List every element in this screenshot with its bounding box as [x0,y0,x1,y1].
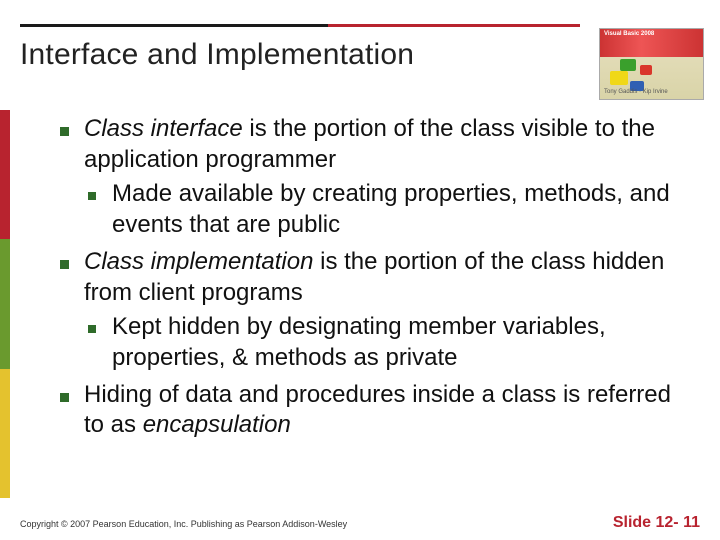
book-cover-bottom-label: Tony Gaddis · Kip Irvine [604,89,668,95]
color-rail [0,110,10,498]
bullet-text: Kept hidden by designating member variab… [112,313,606,371]
slide-body: Class interface is the portion of the cl… [0,110,720,498]
rule-dark-segment [20,24,328,27]
emphasis-term: encapsulation [143,411,291,438]
bullet-list: Class interface is the portion of the cl… [56,114,696,441]
rail-red [0,110,10,239]
page-title: Interface and Implementation [20,38,700,72]
list-item: Class implementation is the portion of t… [56,247,696,374]
emphasis-term: Class interface [84,115,243,142]
content-area: Class interface is the portion of the cl… [20,110,720,498]
list-item: Kept hidden by designating member variab… [84,312,696,373]
slide-number: Slide 12- 11 [613,514,700,532]
slide: Interface and Implementation Visual Basi… [0,0,720,540]
slide-footer: Copyright © 2007 Pearson Education, Inc.… [20,514,700,532]
list-item: Made available by creating properties, m… [84,179,696,240]
rail-yellow [0,369,10,498]
copyright-text: Copyright © 2007 Pearson Education, Inc.… [20,519,347,529]
list-item: Class interface is the portion of the cl… [56,114,696,241]
book-cover-image: Visual Basic 2008 Tony Gaddis · Kip Irvi… [599,28,704,100]
rail-green [0,239,10,368]
header-rule [20,24,580,27]
bullet-text: Made available by creating properties, m… [112,180,670,238]
slide-header: Interface and Implementation Visual Basi… [0,0,720,78]
rule-red-segment [328,24,580,27]
book-cover-top-label: Visual Basic 2008 [604,31,654,38]
emphasis-term: Class implementation [84,248,313,275]
list-item: Hiding of data and procedures inside a c… [56,380,696,441]
